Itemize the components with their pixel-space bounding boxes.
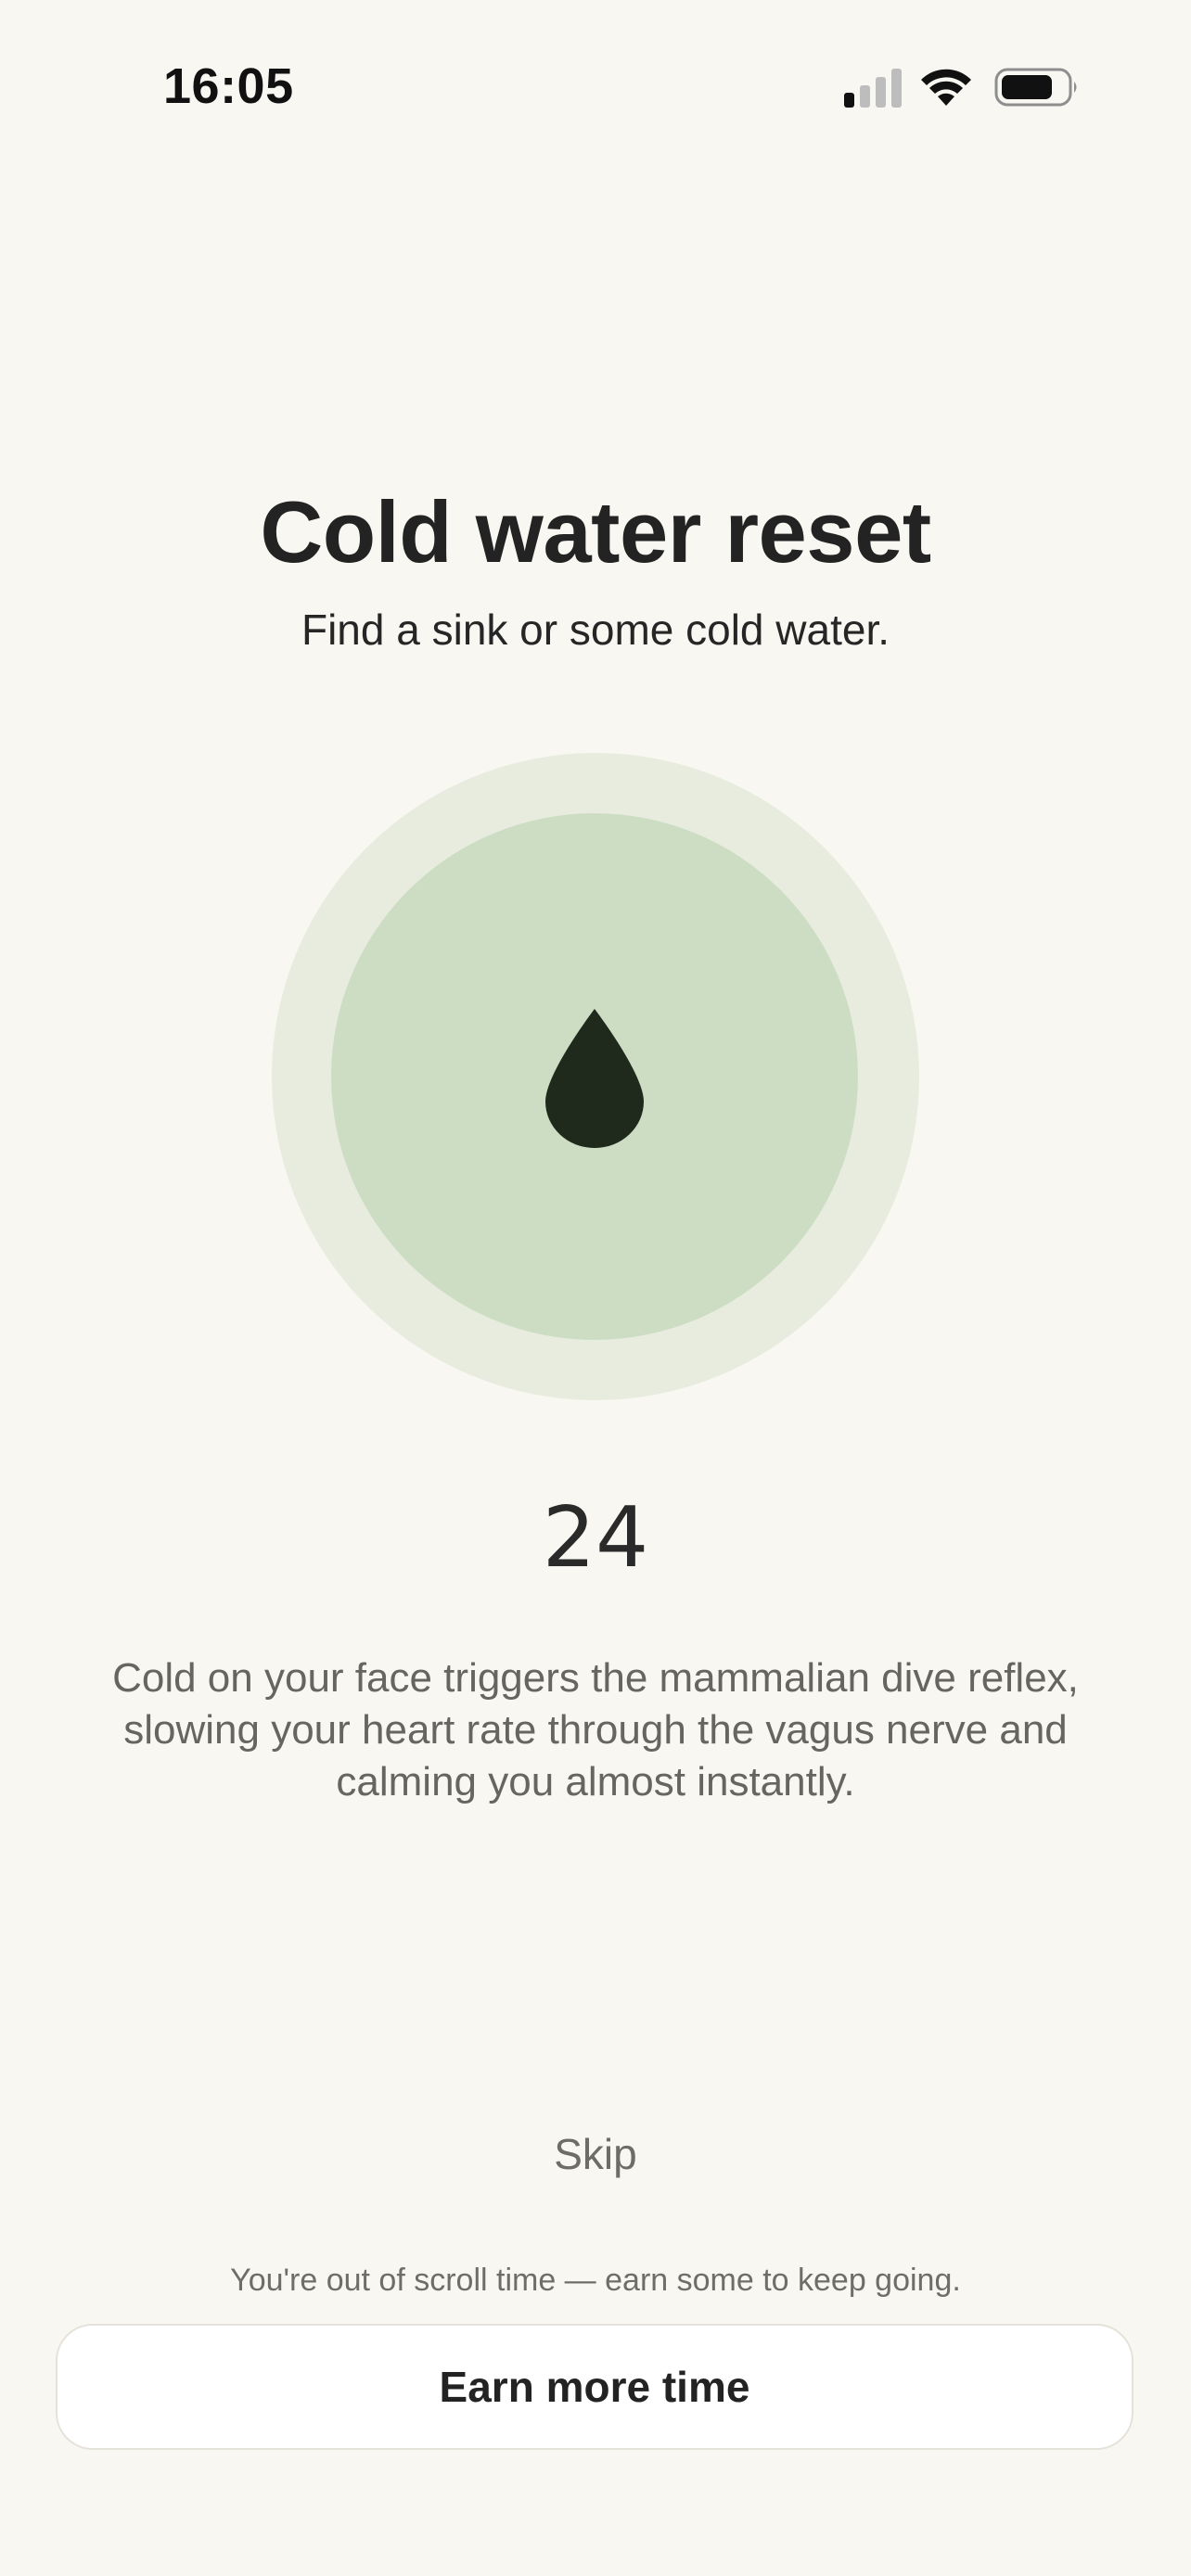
countdown-timer: 24 <box>542 1489 649 1587</box>
page-title: Cold water reset <box>260 483 931 580</box>
water-drop-icon <box>545 1009 644 1148</box>
cellular-signal-icon <box>844 69 902 108</box>
wifi-icon <box>921 69 971 106</box>
status-bar: 16:05 <box>0 0 1191 176</box>
status-time: 16:05 <box>163 58 294 114</box>
earn-more-time-button[interactable]: Earn more time <box>56 2324 1133 2450</box>
battery-icon <box>994 68 1077 107</box>
skip-button[interactable]: Skip <box>503 2129 688 2179</box>
page-subtitle: Find a sink or some cold water. <box>301 606 890 654</box>
scroll-time-notice: You're out of scroll time — earn some to… <box>230 2263 961 2298</box>
exercise-description: Cold on your face triggers the mammalian… <box>112 1655 1079 1804</box>
